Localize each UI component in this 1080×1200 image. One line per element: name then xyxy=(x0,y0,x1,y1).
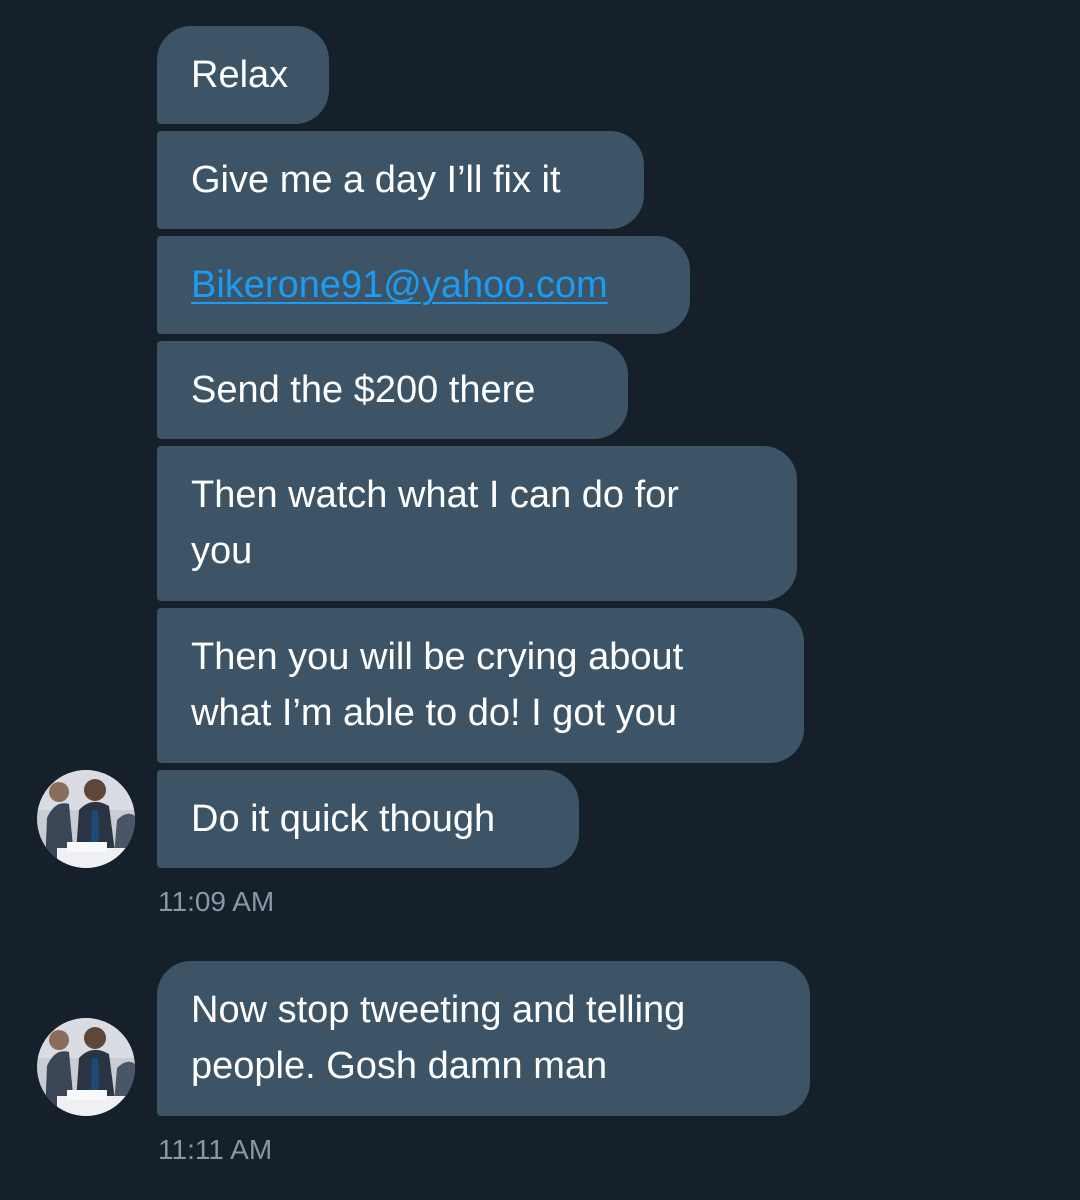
message-text: Send the $200 there xyxy=(191,369,536,411)
message-bubble[interactable]: Give me a day I’ll fix it xyxy=(157,131,644,229)
message-bubble[interactable]: Then you will be crying about what I’m a… xyxy=(157,608,804,763)
user-avatar-icon xyxy=(37,1018,135,1116)
message-timestamp: 11:11 AM xyxy=(158,1134,273,1165)
message-bubble[interactable]: Bikerone91@yahoo.com xyxy=(157,236,690,334)
message-text-line: Then watch what I can do for xyxy=(191,474,679,516)
message-text-line: people. Gosh damn man xyxy=(191,1045,608,1087)
message-text: Do it quick though xyxy=(191,798,496,840)
avatar[interactable] xyxy=(37,1018,135,1116)
avatar[interactable] xyxy=(37,770,135,868)
email-link[interactable]: Bikerone91@yahoo.com xyxy=(191,257,656,313)
message-bubble[interactable]: Send the $200 there xyxy=(157,341,628,439)
message-text: Give me a day I’ll fix it xyxy=(191,159,561,201)
message-text-line: you xyxy=(191,530,253,572)
message-text-line: what I’m able to do! I got you xyxy=(191,692,677,734)
message-bubble[interactable]: Relax xyxy=(157,26,329,124)
user-avatar-icon xyxy=(37,770,135,868)
message-text-line: Then you will be crying about xyxy=(191,636,684,678)
message-bubble[interactable]: Now stop tweeting and telling people. Go… xyxy=(157,961,810,1116)
message-bubble[interactable]: Do it quick though xyxy=(157,770,579,868)
message-text: Relax xyxy=(191,54,289,96)
message-bubble[interactable]: Then watch what I can do for you xyxy=(157,446,797,601)
message-timestamp: 11:09 AM xyxy=(158,886,275,917)
message-text-line: Now stop tweeting and telling xyxy=(191,989,686,1031)
